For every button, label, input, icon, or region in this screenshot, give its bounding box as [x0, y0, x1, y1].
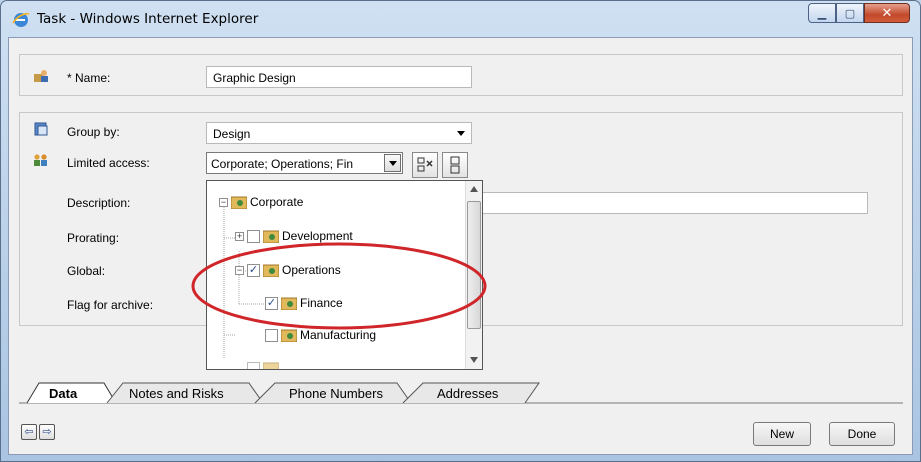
back-arrow-icon: ⇦: [24, 426, 34, 438]
maximize-button[interactable]: ▢: [836, 3, 864, 23]
done-button[interactable]: Done: [829, 422, 895, 446]
tab-phone-numbers[interactable]: Phone Numbers: [277, 383, 401, 405]
close-button[interactable]: ✕: [864, 3, 910, 23]
limited-access-dropdown-button[interactable]: [384, 154, 401, 172]
tree-item-partial[interactable]: [247, 359, 282, 369]
org-folder-icon: [262, 263, 280, 278]
tab-data[interactable]: Data: [41, 383, 106, 405]
title-bar: Task - Windows Internet Explorer ▁ ▢ ✕: [1, 1, 920, 37]
ie-logo-icon: [12, 12, 30, 27]
tree-item-development[interactable]: + Development: [235, 227, 353, 245]
close-icon: ✕: [881, 5, 893, 20]
expand-all-button[interactable]: [412, 152, 438, 178]
limited-access-tree-dropdown[interactable]: − Corporate + Development − ✓ Operations…: [206, 180, 483, 370]
window-controls: ▁ ▢ ✕: [808, 3, 910, 23]
group-icon: [34, 122, 48, 136]
name-label: * Name:: [67, 71, 111, 85]
tab-phone-label: Phone Numbers: [289, 386, 383, 401]
tree-item-label: Manufacturing: [300, 328, 377, 342]
page-client-area: * Name: Graphic Design Group by: Design …: [8, 37, 913, 455]
scroll-up-icon[interactable]: [470, 186, 478, 192]
org-folder-icon: [280, 296, 298, 311]
tree-item-operations[interactable]: − ✓ Operations: [235, 261, 341, 279]
org-folder-icon: [280, 328, 298, 343]
checkbox-partial[interactable]: [247, 361, 260, 369]
tree-item-label: Corporate: [250, 195, 304, 209]
tab-notes-and-risks[interactable]: Notes and Risks: [125, 383, 253, 405]
minimize-icon: ▁: [817, 7, 827, 20]
expand-toggle-icon[interactable]: +: [235, 231, 244, 241]
maximize-icon: ▢: [844, 7, 856, 20]
scrollbar-thumb[interactable]: [467, 201, 481, 329]
prorating-label: Prorating:: [67, 231, 120, 245]
collapse-all-button[interactable]: [442, 152, 468, 178]
tree-item-label: Development: [282, 229, 353, 243]
description-label: Description:: [67, 196, 131, 210]
chevron-down-icon: [457, 131, 465, 136]
back-button[interactable]: ⇦: [21, 424, 37, 440]
expand-all-icon: [417, 157, 433, 172]
group-by-label: Group by:: [67, 125, 120, 139]
minimize-button[interactable]: ▁: [808, 3, 836, 23]
collapse-toggle-icon[interactable]: −: [235, 265, 244, 275]
browser-window: Task - Windows Internet Explorer ▁ ▢ ✕ *…: [0, 0, 921, 462]
window-title: Task - Windows Internet Explorer: [37, 11, 259, 27]
tree-scrollbar[interactable]: [465, 181, 482, 369]
collapse-all-icon: [450, 156, 460, 174]
tab-addresses-label: Addresses: [437, 386, 499, 401]
limited-access-combo[interactable]: Corporate; Operations; Fin: [206, 152, 403, 174]
checkbox-manufacturing[interactable]: [265, 328, 278, 342]
forward-button[interactable]: ⇨: [39, 424, 55, 440]
tree-item-label: Finance: [300, 296, 343, 310]
flag-archive-label: Flag for archive:: [67, 298, 154, 312]
limited-access-label: Limited access:: [67, 156, 150, 170]
checkbox-finance[interactable]: ✓: [265, 296, 278, 310]
checkbox-development[interactable]: [247, 229, 260, 243]
checkbox-operations[interactable]: ✓: [247, 263, 260, 277]
forward-arrow-icon: ⇨: [42, 426, 52, 438]
collapse-toggle-icon[interactable]: −: [219, 197, 228, 207]
org-folder-icon: [262, 229, 280, 244]
people-icon: [34, 154, 47, 166]
group-by-select[interactable]: Design: [206, 122, 472, 144]
name-field[interactable]: Graphic Design: [206, 66, 472, 88]
tab-notes-label: Notes and Risks: [129, 386, 224, 401]
scroll-down-icon[interactable]: [470, 357, 478, 363]
tab-data-label: Data: [49, 386, 78, 401]
tree-item-finance[interactable]: ✓ Finance: [265, 294, 343, 312]
tab-bar: Data Notes and Risks Phone Numbers Addre…: [19, 379, 903, 405]
new-button[interactable]: New: [753, 422, 811, 446]
group-by-value: Design: [213, 127, 251, 141]
org-folder-icon: [262, 361, 280, 369]
tree-item-corporate[interactable]: − Corporate: [219, 193, 303, 211]
org-folder-icon: [230, 195, 248, 210]
tab-addresses[interactable]: Addresses: [425, 383, 535, 405]
limited-access-value: Corporate; Operations; Fin: [211, 157, 354, 171]
global-label: Global:: [67, 264, 106, 278]
task-user-icon: [34, 70, 48, 82]
tree-item-label: Operations: [282, 263, 341, 277]
tree-item-manufacturing[interactable]: Manufacturing: [265, 326, 376, 344]
